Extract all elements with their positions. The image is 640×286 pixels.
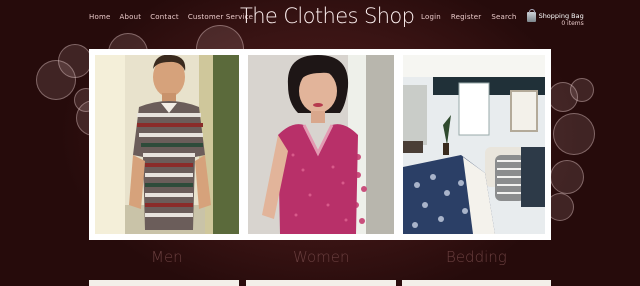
- category-label-men[interactable]: Men: [151, 248, 183, 266]
- product-card-preview: [402, 280, 551, 286]
- bokeh-circle: [553, 113, 595, 155]
- nav-login[interactable]: Login: [421, 13, 441, 21]
- nav-contact[interactable]: Contact: [150, 13, 179, 21]
- nav-register[interactable]: Register: [451, 13, 481, 21]
- main-nav: Home About Contact Customer Service: [89, 13, 253, 21]
- nav-about[interactable]: About: [119, 13, 141, 21]
- category-gallery: [89, 49, 551, 240]
- men-photo[interactable]: [95, 55, 239, 234]
- account-nav: Login Register Search Shopping Bag 0 ite…: [421, 9, 584, 28]
- shopping-bag-button[interactable]: Shopping Bag 0 items: [526, 9, 584, 28]
- site-logo[interactable]: The Clothes Shop: [240, 4, 415, 28]
- bokeh-circle: [58, 44, 92, 78]
- product-card-preview: [246, 280, 396, 286]
- nav-home[interactable]: Home: [89, 13, 110, 21]
- men-photo-illustration: [95, 55, 239, 234]
- bokeh-circle: [570, 78, 594, 102]
- women-photo[interactable]: [248, 55, 394, 234]
- shopping-bag-info: Shopping Bag 0 items: [538, 12, 584, 28]
- category-label-women[interactable]: Women: [293, 248, 349, 266]
- nav-search[interactable]: Search: [491, 13, 516, 21]
- product-card-preview: [89, 280, 239, 286]
- women-photo-illustration: [248, 55, 394, 234]
- bedding-photo[interactable]: [403, 55, 545, 234]
- category-label-bedding[interactable]: Bedding: [446, 248, 507, 266]
- shopping-bag-label: Shopping Bag: [538, 12, 584, 20]
- bokeh-circle: [550, 160, 584, 194]
- bedding-photo-illustration: [403, 55, 545, 234]
- shopping-bag-icon: [526, 9, 536, 22]
- shopping-bag-count: 0 items: [561, 20, 584, 27]
